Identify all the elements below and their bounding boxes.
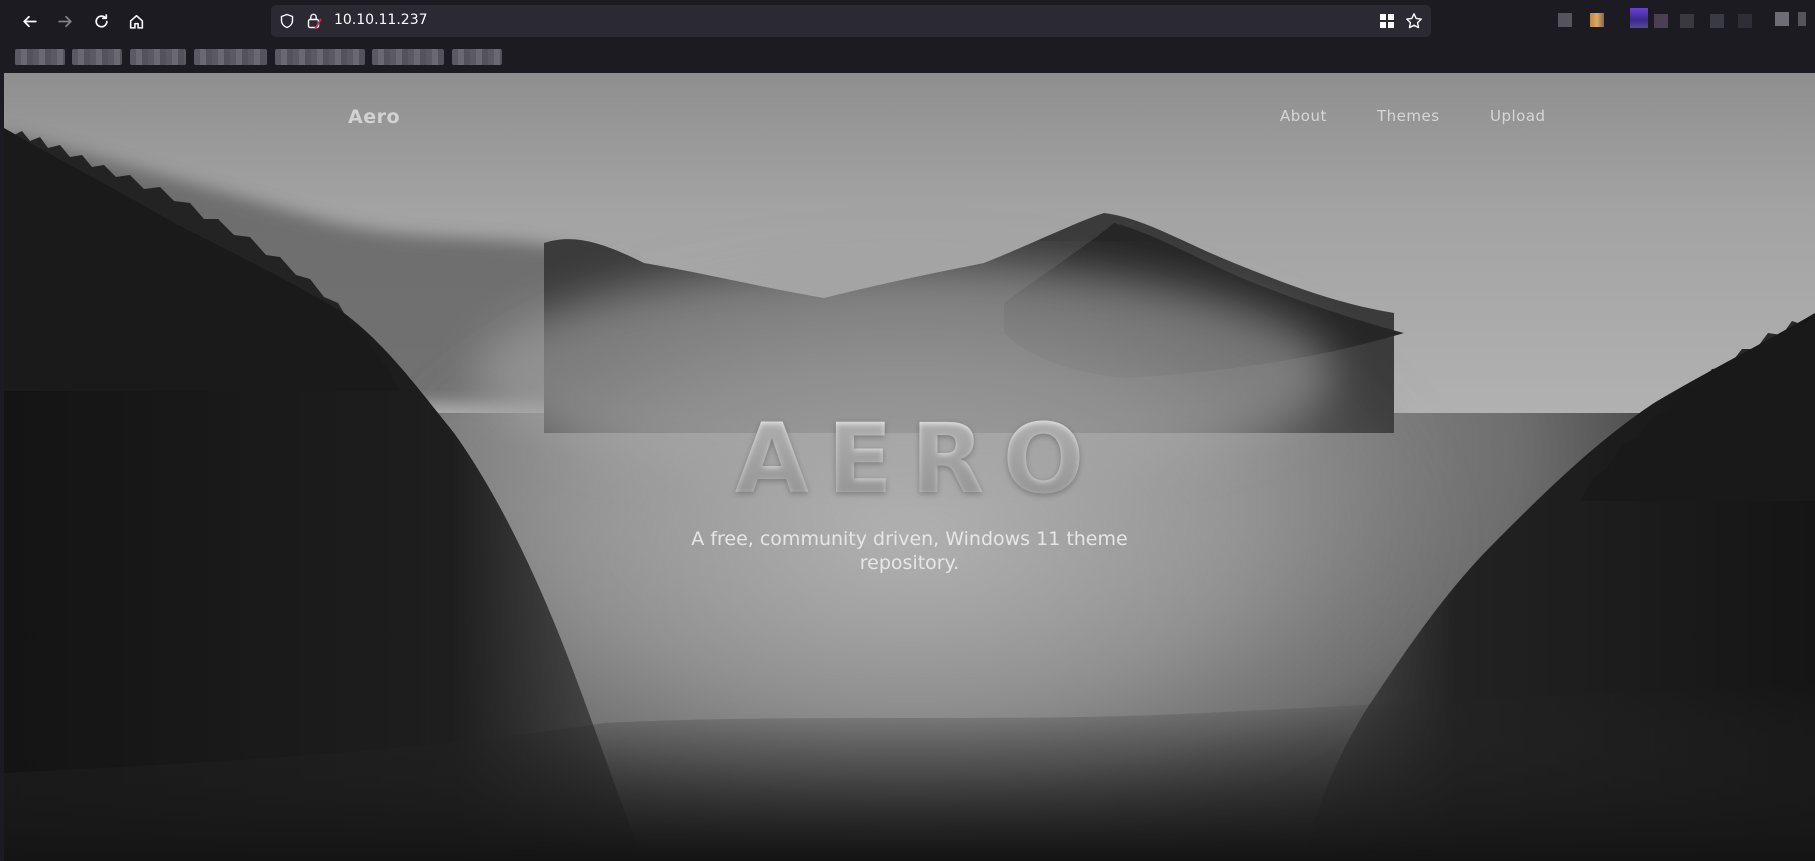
hero-subtitle-line-2: repository.	[859, 552, 960, 574]
reload-icon	[94, 13, 108, 28]
browser-toolbar: 10.10.11.237	[0, 0, 1815, 73]
bookmark-item[interactable]	[72, 49, 122, 65]
home-icon	[129, 14, 143, 29]
hero-subtitle-line-1: A free, community driven, Windows 11 the…	[691, 528, 1128, 550]
extension-icon[interactable]	[1680, 14, 1694, 28]
hero-title: AERO	[4, 403, 1815, 515]
extension-icon[interactable]	[1798, 12, 1806, 26]
extensions-grid-icon[interactable]	[1379, 13, 1395, 29]
nav-link-upload[interactable]: Upload	[1490, 107, 1546, 125]
extension-icon[interactable]	[1654, 14, 1668, 28]
lock-warning-icon[interactable]	[306, 12, 322, 30]
extension-icon[interactable]	[1590, 13, 1604, 27]
forward-button[interactable]	[52, 8, 78, 34]
bookmarks-toolbar	[0, 42, 502, 73]
nav-link-themes[interactable]: Themes	[1377, 107, 1440, 125]
url-text[interactable]: 10.10.11.237	[334, 12, 428, 28]
extension-icon[interactable]	[1710, 14, 1724, 28]
home-button[interactable]	[123, 8, 149, 34]
star-icon[interactable]	[1405, 12, 1423, 30]
site-navbar: Aero About Themes Upload	[4, 73, 1815, 153]
nav-link-about[interactable]: About	[1280, 107, 1327, 125]
bookmark-item[interactable]	[194, 49, 267, 65]
hero-subtitle: A free, community driven, Windows 11 the…	[4, 527, 1815, 575]
bookmark-item[interactable]	[452, 49, 502, 65]
arrow-left-icon	[22, 15, 37, 27]
page-viewport: Aero About Themes Upload AERO A free, co…	[4, 73, 1815, 861]
extension-icon[interactable]	[1775, 12, 1789, 26]
bookmark-item[interactable]	[275, 49, 365, 65]
extension-icon[interactable]	[1558, 13, 1572, 27]
bookmark-item[interactable]	[130, 49, 186, 65]
url-bar[interactable]: 10.10.11.237	[271, 5, 1431, 37]
back-button[interactable]	[16, 8, 42, 34]
site-brand-link[interactable]: Aero	[348, 106, 400, 128]
extension-icon[interactable]	[1630, 8, 1648, 28]
arrow-right-icon	[57, 15, 72, 27]
bookmark-item[interactable]	[372, 49, 444, 65]
bookmark-item[interactable]	[15, 49, 65, 65]
reload-button[interactable]	[88, 8, 114, 34]
toolbar-extension-icons	[1550, 6, 1810, 34]
extension-icon[interactable]	[1738, 14, 1752, 28]
shield-icon[interactable]	[279, 13, 295, 29]
